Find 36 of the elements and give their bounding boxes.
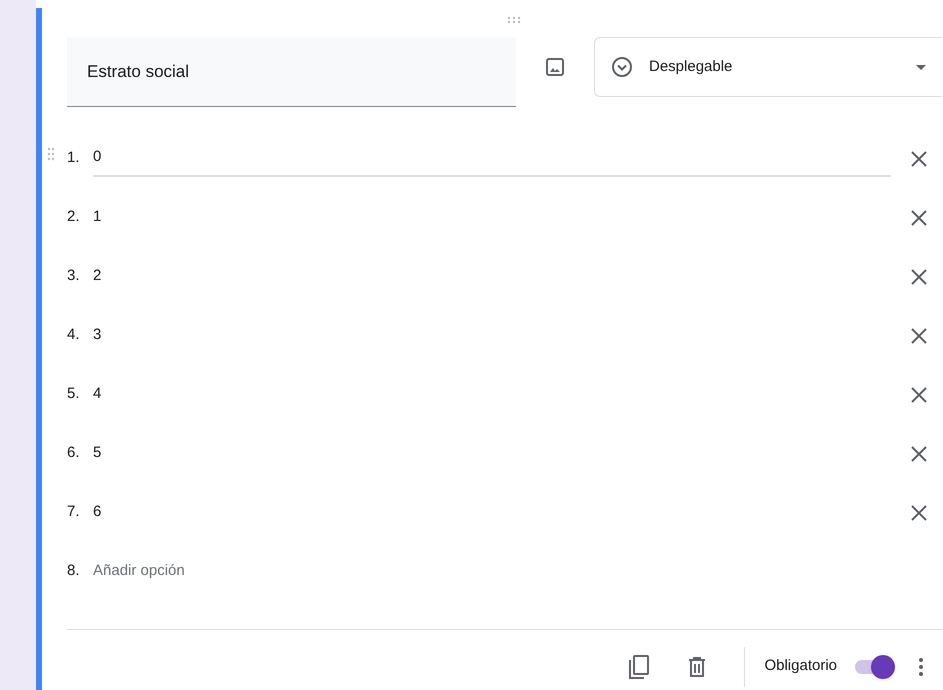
option-number: 5. — [67, 384, 81, 404]
question-title-field[interactable]: Estrato social — [67, 37, 516, 107]
image-icon[interactable] — [545, 57, 565, 77]
add-option-link[interactable]: Añadir opción — [93, 560, 185, 583]
option-field[interactable]: 6 — [93, 494, 891, 530]
question-title: Estrato social — [87, 60, 190, 83]
close-icon[interactable] — [911, 210, 927, 226]
caret-icon — [916, 64, 926, 70]
close-icon[interactable] — [911, 504, 927, 520]
option-field[interactable]: 4 — [93, 376, 891, 412]
option-field[interactable]: 0 — [93, 140, 891, 176]
drag-handle-icon[interactable] — [507, 16, 521, 24]
question-type-label: Desplegable — [649, 56, 734, 77]
close-icon[interactable] — [911, 446, 927, 462]
drag-handle-icon[interactable] — [47, 147, 55, 161]
question-type-dropdown[interactable]: Desplegable — [594, 37, 942, 97]
option-field[interactable]: 3 — [93, 318, 891, 354]
option-field[interactable]: 2 — [93, 258, 891, 294]
more-options-icon[interactable] — [919, 658, 923, 676]
option-number: 2. — [67, 207, 81, 228]
required-label: Obligatorio — [764, 656, 837, 676]
option-number: 6. — [67, 443, 81, 464]
option-field[interactable]: 5 — [93, 436, 891, 472]
close-icon[interactable] — [911, 386, 927, 402]
option-number: 7. — [67, 502, 81, 522]
option-field[interactable]: 1 — [93, 200, 891, 236]
chevron-circle-icon — [611, 56, 633, 78]
option-number: 8. — [67, 561, 81, 582]
close-icon[interactable] — [911, 150, 927, 166]
option-number: 1. — [67, 148, 81, 168]
close-icon[interactable] — [911, 268, 927, 284]
option-number: 4. — [67, 325, 81, 346]
option-number: 3. — [67, 266, 81, 286]
trash-icon[interactable] — [688, 656, 706, 678]
close-icon[interactable] — [911, 328, 927, 344]
copy-icon[interactable] — [628, 654, 650, 680]
